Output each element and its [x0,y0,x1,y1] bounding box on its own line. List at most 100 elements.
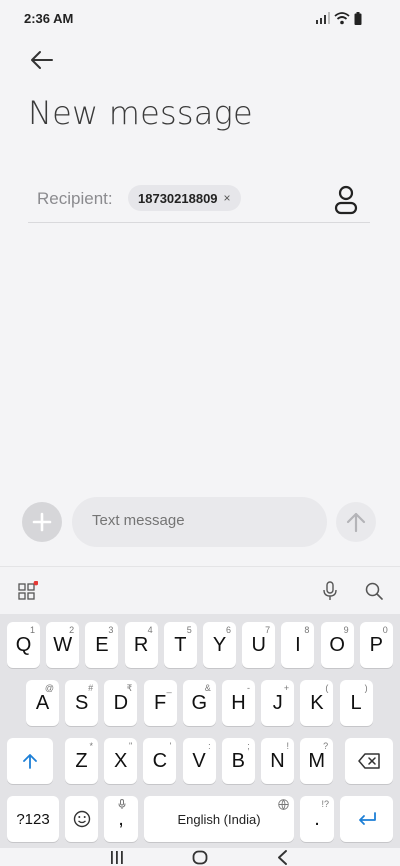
enter-key[interactable] [340,796,393,842]
key-e[interactable]: 3E [85,622,119,668]
grid-menu-icon [18,580,39,600]
microphone-icon [323,581,337,600]
key-hint: & [204,683,211,693]
back-button[interactable] [28,46,56,74]
keyboard-toolbar [0,566,400,615]
key-n[interactable]: ! N [261,738,294,784]
comma-key[interactable]: , [104,796,138,842]
key-hint: " [128,741,133,751]
key-t[interactable]: 5T [163,622,197,668]
key-hint: 8 [304,625,310,635]
key-label: K [310,691,324,714]
key-c[interactable]: ' C [143,738,177,784]
key-hint: * [89,741,93,751]
key-hint: _ [166,683,172,693]
symbols-key[interactable]: ?123 [7,796,59,842]
key-p[interactable]: 0P [359,622,393,668]
key-hint: ( [325,683,329,693]
key-hint: 2 [69,625,75,635]
key-label: C [152,749,168,772]
key-label: U [251,633,266,656]
key-z[interactable]: * Z [65,738,98,784]
contacts-button[interactable] [332,184,360,216]
key-hint: ; [247,741,250,751]
system-nav-bar [0,848,400,866]
key-i[interactable]: 8I [281,622,315,668]
key-f[interactable]: _ F [143,680,177,726]
space-key[interactable]: English (India) [144,796,294,842]
key-d[interactable]: ₹ D [104,680,138,726]
status-icons [316,10,362,26]
chip-remove-icon[interactable]: × [224,191,231,205]
voice-input-button[interactable] [320,581,340,601]
key-o[interactable]: 9O [320,622,354,668]
back-arrow-icon [31,51,53,69]
key-x[interactable]: " X [104,738,138,784]
key-label: X [114,749,128,772]
key-a[interactable]: @ A [26,680,59,726]
period-key[interactable]: . !? [300,796,334,842]
key-j[interactable]: + J [261,680,295,726]
keyboard: 1Q2W3E4R5T6Y7U8I9O0P @ A # S ₹ D _ F & G - H + J(K) L … [0,614,400,854]
key-hint: ) [364,683,368,693]
key-q[interactable]: 1Q [7,622,40,668]
key-s[interactable]: # S [65,680,99,726]
key-r[interactable]: 4R [124,622,158,668]
recipient-row[interactable]: Recipient: 18730218809 × [28,178,370,223]
mic-hint-icon [118,799,126,809]
keyboard-search-button[interactable] [364,581,384,601]
key-hint: @ [44,683,54,693]
send-button[interactable] [336,502,376,542]
key-l[interactable]: ) L [339,680,373,726]
key-label: Y [212,633,227,656]
key-b[interactable]: ; B [221,738,255,784]
key-hint: - [247,683,250,693]
key-label: I [295,633,301,656]
globe-icon [278,799,289,810]
key-label: R [133,633,149,656]
key-h[interactable]: -H [222,680,255,726]
key-label: E [95,633,109,656]
key-label: Z [75,749,88,772]
search-icon [365,582,383,600]
backspace-key[interactable] [345,738,393,784]
key-hint: 9 [343,625,349,635]
period-label: . [314,807,320,830]
recipient-chip[interactable]: 18730218809 × [128,185,241,211]
enter-return-icon [358,812,376,825]
send-arrow-icon [346,512,366,533]
key-g[interactable]: & G [182,680,216,726]
key-hint: : [208,741,211,751]
key-label: G [191,691,208,714]
recent-apps-icon[interactable] [110,851,124,864]
keyboard-menu-button[interactable] [18,580,39,601]
message-compose-box[interactable] [72,497,327,547]
key-label: B [231,749,245,772]
key-hint: + [283,683,290,693]
text-message-input[interactable] [92,512,312,529]
back-nav-icon[interactable] [276,850,288,865]
shift-key[interactable] [7,738,53,784]
wifi-icon [334,11,350,24]
key-label: Q [15,633,32,656]
add-attachment-button[interactable] [22,502,62,542]
key-u[interactable]: 7U [242,622,276,668]
key-y[interactable]: 6Y [203,622,236,668]
key-label: W [53,633,73,656]
key-hint: 3 [108,625,114,635]
key-label: T [174,633,187,656]
emoji-key[interactable] [65,796,98,842]
key-label: O [329,633,345,656]
recipient-label: Recipient: [37,189,113,208]
key-k[interactable]: (K [300,680,334,726]
key-hint: 5 [186,625,192,635]
key-hint: 0 [382,625,388,635]
backspace-icon [358,753,380,769]
key-m[interactable]: ? M [300,738,334,784]
home-icon[interactable] [192,850,208,865]
key-hint: ? [323,741,329,751]
key-label: H [231,691,246,714]
key-w[interactable]: 2W [46,622,80,668]
period-hint: !? [321,799,329,809]
key-v[interactable]: :V [182,738,216,784]
